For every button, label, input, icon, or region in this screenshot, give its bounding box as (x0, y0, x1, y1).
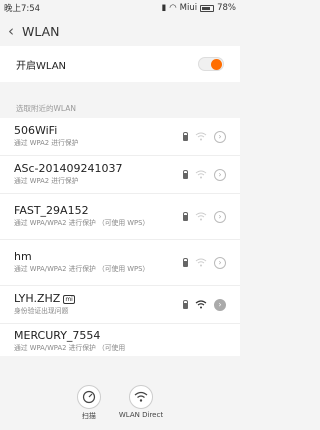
wifi-status-icon: ◠ (169, 3, 177, 13)
battery-icon (200, 4, 215, 12)
lock-icon (183, 212, 188, 221)
wlan-direct-label: WLAN Direct (118, 411, 164, 419)
wifi-signal-icon (195, 258, 207, 267)
detail-chevron-icon[interactable]: › (214, 168, 226, 181)
network-item[interactable]: LYH.ZHZ mi 身份验证出现问题 › (0, 286, 240, 324)
scan-label: 扫描 (81, 412, 96, 420)
scan-icon (76, 385, 101, 409)
network-security: 通过 WPA/WPA2 进行保护 （可使用 (14, 344, 126, 352)
network-name: ASc-201409241037 (14, 162, 123, 176)
network-name: LYH.ZHZ mi (14, 292, 183, 305)
page-title: WLAN (22, 23, 60, 39)
network-security: 通过 WPA/WPA2 进行保护 （可使用 WPS） (14, 265, 150, 274)
wlan-toggle-switch[interactable] (198, 57, 224, 71)
network-name: hm (14, 250, 32, 264)
status-bar: 晚上7:54 ▮ ◠ Miui 78% (0, 0, 240, 16)
network-item[interactable]: 506WiFi 通过 WPA2 进行保护 › (0, 118, 240, 156)
network-name: FAST_29A152 (14, 204, 89, 218)
wifi-signal-icon (195, 212, 207, 221)
network-security: 身份验证出现问题 (14, 307, 69, 316)
back-arrow-icon[interactable]: ‹ (8, 23, 14, 39)
wlan-toggle-row[interactable]: 开启WLAN (0, 46, 240, 82)
wlan-toggle-label: 开启WLAN (16, 60, 67, 72)
detail-chevron-icon[interactable]: › (214, 130, 226, 143)
detail-chevron-icon[interactable]: › (214, 256, 226, 269)
wifi-signal-strong-icon (195, 300, 207, 309)
wlan-direct-button[interactable]: WLAN Direct (119, 385, 163, 421)
network-name-text: LYH.ZHZ (14, 292, 61, 306)
lock-icon (183, 300, 188, 309)
network-list: 506WiFi 通过 WPA2 进行保护 › ASc-201409241037 … (0, 118, 240, 356)
detail-chevron-icon[interactable]: › (214, 298, 226, 311)
bottom-bar: 扫描 WLAN Direct (0, 385, 240, 421)
network-security: 通过 WPA/WPA2 进行保护 （可使用 WPS） (14, 219, 150, 228)
lock-icon (183, 170, 188, 179)
network-name: MERCURY_7554 (14, 329, 101, 342)
toggle-knob (211, 59, 222, 70)
scan-button[interactable]: 扫描 (76, 385, 101, 421)
wlan-direct-icon (128, 385, 153, 409)
network-item[interactable]: ASc-201409241037 通过 WPA2 进行保护 › (0, 156, 240, 194)
status-time: 晚上7:54 (4, 4, 41, 14)
network-item[interactable]: FAST_29A152 通过 WPA/WPA2 进行保护 （可使用 WPS） › (0, 194, 240, 240)
network-security: 通过 WPA2 进行保护 (14, 177, 79, 186)
status-right: ▮ ◠ Miui 78% (162, 3, 236, 13)
status-carrier: Miui (179, 3, 198, 13)
wifi-signal-icon (195, 132, 207, 141)
wifi-signal-icon (195, 170, 207, 179)
mi-badge-icon: mi (63, 294, 75, 304)
sim-icon: ▮ (161, 3, 167, 13)
header: ‹ WLAN (0, 16, 240, 46)
lock-icon (183, 132, 188, 141)
lock-icon (183, 258, 188, 267)
status-battery: 78% (217, 3, 236, 13)
network-security: 通过 WPA2 进行保护 (14, 139, 79, 148)
section-label: 选取附近的WLAN (16, 104, 77, 113)
network-name: 506WiFi (14, 124, 58, 138)
network-item[interactable]: hm 通过 WPA/WPA2 进行保护 （可使用 WPS） › (0, 240, 240, 286)
network-item[interactable]: MERCURY_7554 通过 WPA/WPA2 进行保护 （可使用 (0, 324, 240, 356)
detail-chevron-icon[interactable]: › (214, 210, 226, 223)
